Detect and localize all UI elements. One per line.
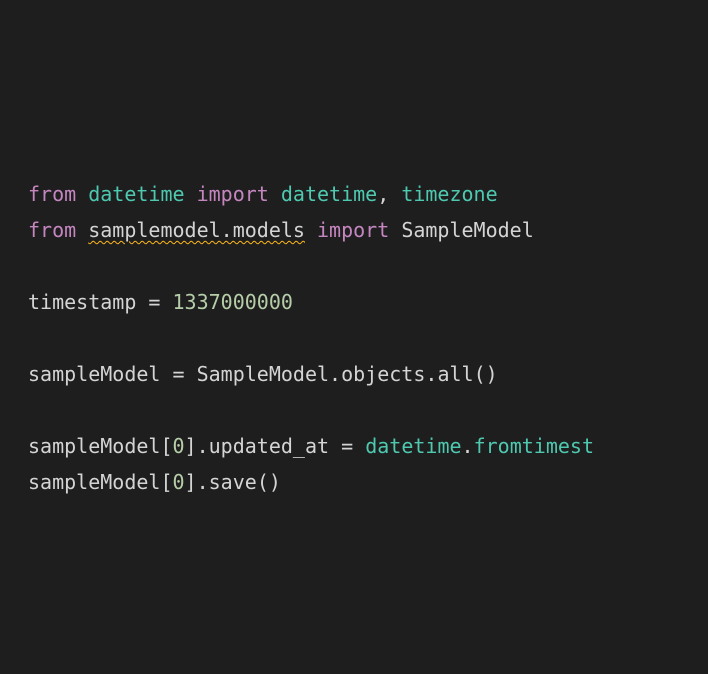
parens: ()	[257, 470, 281, 494]
class-samplemodel: SampleModel	[197, 362, 329, 386]
var-samplemodel: sampleModel	[28, 434, 160, 458]
var-timestamp: timestamp	[28, 290, 136, 314]
dot: .	[329, 362, 341, 386]
class-samplemodel: SampleModel	[401, 218, 533, 242]
code-line-2: from samplemodel.models import SampleMod…	[28, 212, 708, 248]
var-samplemodel: sampleModel	[28, 362, 160, 386]
bracket-close: ]	[185, 470, 197, 494]
code-line-3-blank	[28, 248, 708, 284]
module-datetime: datetime	[88, 182, 184, 206]
keyword-import: import	[197, 182, 269, 206]
keyword-from: from	[28, 182, 76, 206]
bracket-open: [	[160, 470, 172, 494]
comma: ,	[377, 182, 389, 206]
number-literal: 1337000000	[173, 290, 293, 314]
prop-updated-at: updated_at	[209, 434, 329, 458]
code-line-1: from datetime import datetime, timezone	[28, 176, 708, 212]
code-line-6: sampleModel = SampleModel.objects.all()	[28, 356, 708, 392]
operator-eq: =	[148, 290, 160, 314]
operator-eq: =	[173, 362, 185, 386]
module-samplemodel-warning: samplemodel.models	[88, 218, 305, 242]
index-zero: 0	[173, 434, 185, 458]
name-timezone: timezone	[401, 182, 497, 206]
bracket-open: [	[160, 434, 172, 458]
code-line-4: timestamp = 1337000000	[28, 284, 708, 320]
code-line-8: sampleModel[0].updated_at = datetime.fro…	[28, 428, 708, 464]
keyword-import: import	[317, 218, 389, 242]
dot: .	[462, 434, 474, 458]
code-line-7-blank	[28, 392, 708, 428]
datetime-class: datetime	[365, 434, 461, 458]
code-line-9: sampleModel[0].save()	[28, 464, 708, 500]
prop-objects: objects	[341, 362, 425, 386]
parens: ()	[474, 362, 498, 386]
index-zero: 0	[173, 470, 185, 494]
var-samplemodel: sampleModel	[28, 470, 160, 494]
bracket-close: ]	[185, 434, 197, 458]
dot: .	[197, 434, 209, 458]
code-line-5-blank	[28, 320, 708, 356]
method-all: all	[437, 362, 473, 386]
method-save: save	[209, 470, 257, 494]
keyword-from: from	[28, 218, 76, 242]
method-fromtimestamp-partial: fromtimest	[474, 434, 594, 458]
dot: .	[197, 470, 209, 494]
operator-eq: =	[341, 434, 353, 458]
dot: .	[425, 362, 437, 386]
name-datetime: datetime	[281, 182, 377, 206]
code-editor[interactable]: from datetime import datetime, timezone …	[28, 176, 708, 500]
